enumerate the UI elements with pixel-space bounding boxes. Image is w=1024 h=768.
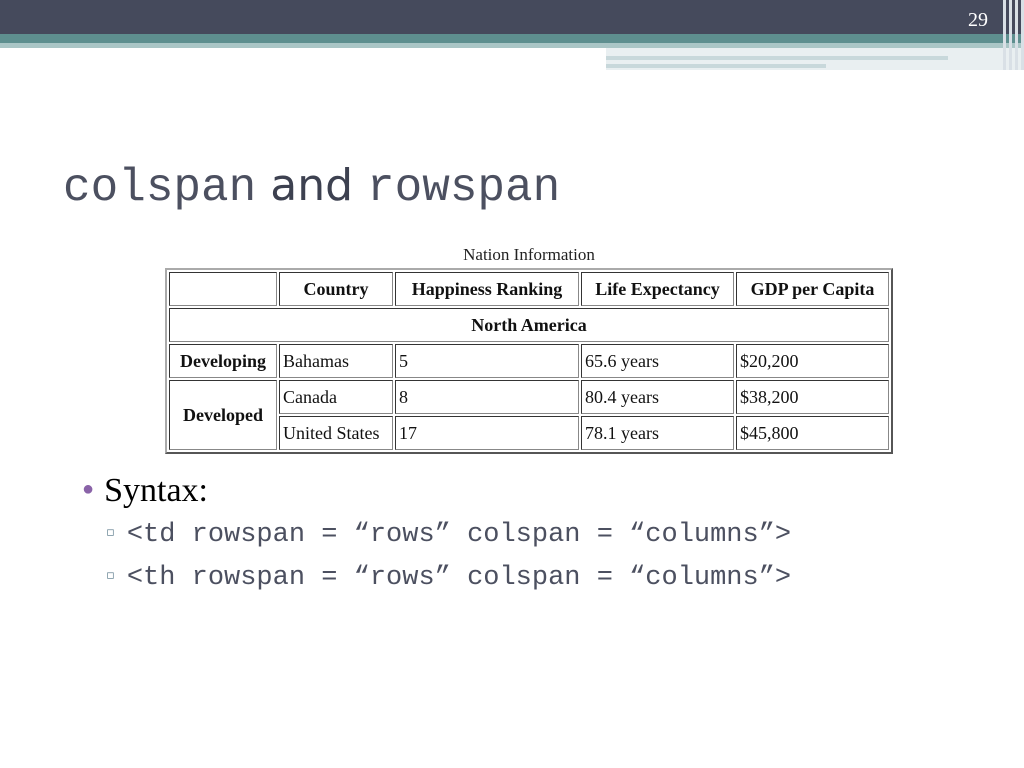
slide: 29 colspan and rowspan Nation Information … bbox=[0, 0, 1024, 768]
table-cell: 17 bbox=[395, 416, 579, 450]
nation-table-figure: Nation Information Country Happiness Ran… bbox=[165, 244, 893, 454]
table-row: Developing Bahamas 5 65.6 years $20,200 bbox=[169, 344, 889, 378]
table-header-cell: Happiness Ranking bbox=[395, 272, 579, 306]
bullet-dot-icon: ● bbox=[82, 478, 95, 500]
table-cell: 65.6 years bbox=[581, 344, 734, 378]
table-cell: $20,200 bbox=[736, 344, 889, 378]
table-cell: Canada bbox=[279, 380, 393, 414]
sub-bullet-text: <th rowspan = “rows” colspan = “columns”… bbox=[126, 563, 792, 593]
table-row: United States 17 78.1 years $45,800 bbox=[169, 416, 889, 450]
title-part: rowspan bbox=[367, 162, 561, 214]
page-number: 29 bbox=[968, 9, 988, 31]
table-header-cell: Life Expectancy bbox=[581, 272, 734, 306]
table-cell: $38,200 bbox=[736, 380, 889, 414]
table-cell: 5 bbox=[395, 344, 579, 378]
title-part: colspan bbox=[63, 162, 257, 214]
table-header-cell: GDP per Capita bbox=[736, 272, 889, 306]
bullet-text: Syntax: bbox=[104, 472, 208, 509]
header-step-line bbox=[606, 64, 826, 68]
table-cell: 78.1 years bbox=[581, 416, 734, 450]
table-cell: 8 bbox=[395, 380, 579, 414]
group-cell: Developed bbox=[169, 380, 277, 450]
sub-bullet: ▫ <td rowspan = “rows” colspan = “columns… bbox=[106, 520, 791, 550]
table-cell: $45,800 bbox=[736, 416, 889, 450]
sub-bullet: ▫ <th rowspan = “rows” colspan = “columns… bbox=[106, 563, 791, 593]
group-cell: Developing bbox=[169, 344, 277, 378]
nation-table: Country Happiness Ranking Life Expectanc… bbox=[165, 268, 893, 454]
table-cell: United States bbox=[279, 416, 393, 450]
slide-title: colspan and rowspan bbox=[63, 158, 560, 214]
table-row: North America bbox=[169, 308, 889, 342]
table-cell: Bahamas bbox=[279, 344, 393, 378]
bullet-syntax: ● Syntax: bbox=[82, 472, 208, 510]
sub-bullet-text: <td rowspan = “rows” colspan = “columns”… bbox=[126, 520, 792, 550]
square-bullet-icon: ▫ bbox=[106, 525, 115, 540]
table-header-row: Country Happiness Ranking Life Expectanc… bbox=[169, 272, 889, 306]
table-row: Developed Canada 8 80.4 years $38,200 bbox=[169, 380, 889, 450]
table-caption: Nation Information bbox=[463, 245, 595, 264]
header-accent-band bbox=[0, 34, 1024, 43]
header-band bbox=[0, 0, 1024, 34]
square-bullet-icon: ▫ bbox=[106, 568, 115, 583]
region-cell: North America bbox=[169, 308, 889, 342]
title-part: and bbox=[270, 160, 354, 211]
table-cell: 80.4 years bbox=[581, 380, 734, 414]
header-step-line bbox=[606, 56, 948, 60]
decorative-stripes bbox=[1000, 0, 1024, 70]
table-header-cell: Country bbox=[279, 272, 393, 306]
table-header-cell bbox=[169, 272, 277, 306]
